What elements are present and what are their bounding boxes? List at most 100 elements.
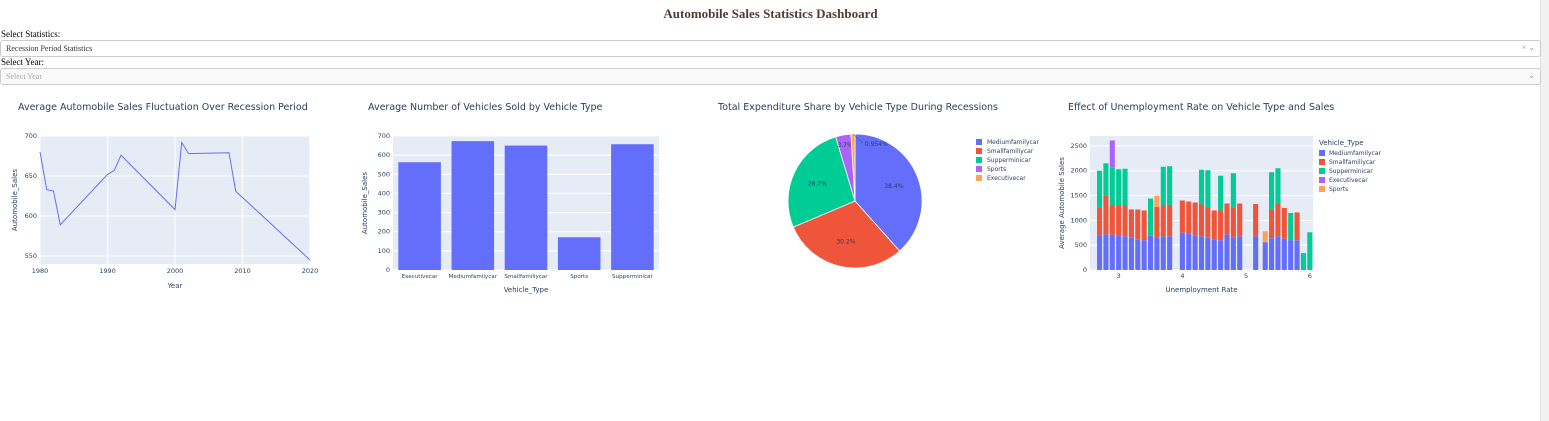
bar-segment [1294, 240, 1300, 270]
bar-segment [1198, 236, 1205, 270]
bar-segment [1122, 168, 1128, 206]
x-axis-title: Vehicle_Type [504, 286, 549, 294]
legend-swatch[interactable] [976, 139, 982, 145]
year-label: Select Year: [1, 57, 44, 67]
statistics-label: Select Statistics: [1, 29, 61, 39]
bar-segment [1269, 172, 1275, 210]
bar-segment [1230, 173, 1236, 208]
x-tick-label: 5 [1244, 272, 1248, 280]
legend-item[interactable]: Sports [987, 166, 1006, 173]
y-tick-label: 1500 [1070, 192, 1087, 200]
slice-label: 38.4% [884, 183, 903, 190]
bar-segment [1275, 236, 1281, 270]
legend-item[interactable]: Sports [1329, 186, 1348, 193]
chevron-down-icon[interactable]: ⌄ [1528, 43, 1535, 52]
legend-item[interactable]: Executivecar [987, 175, 1026, 182]
x-tick-label: Supperminicar [612, 274, 653, 280]
legend-swatch[interactable] [1319, 150, 1325, 156]
bar-segment [1186, 233, 1192, 270]
legend-item[interactable]: Supperminicar [1329, 168, 1373, 175]
x-tick-label: 6 [1308, 272, 1312, 280]
bar-segment [1128, 209, 1134, 238]
bar-segment [1128, 237, 1134, 270]
statistics-dropdown[interactable]: Recession Period Statistics × ⌄ [0, 40, 1541, 57]
bar-segment [1253, 236, 1259, 270]
chart-title: Total Expenditure Share by Vehicle Type … [717, 102, 998, 113]
bar-segment [1211, 239, 1217, 270]
legend-swatch[interactable] [1319, 177, 1325, 183]
legend-swatch[interactable] [1319, 159, 1325, 165]
bar-segment [1205, 170, 1211, 208]
bar-segment [1253, 203, 1259, 237]
bar-segment [1103, 163, 1109, 196]
expenditure-pie-graph: Total Expenditure Share by Vehicle Type … [700, 94, 1050, 310]
bar-segment [1275, 203, 1281, 237]
bar-segment [1154, 237, 1160, 270]
legend-swatch[interactable] [976, 148, 982, 154]
legend-swatch[interactable] [1319, 186, 1325, 192]
unemployment-bar-chart: Effect of Unemployment Rate on Vehicle T… [1058, 102, 1381, 294]
legend-item[interactable]: Supperminicar [987, 157, 1031, 164]
bar-segment [1141, 210, 1147, 241]
chevron-down-icon[interactable]: ⌄ [1528, 71, 1535, 80]
x-tick-label: 1980 [32, 267, 49, 275]
legend-item[interactable]: Executivecar [1329, 177, 1368, 184]
vehicle-type-bar-chart: Average Number of Vehicles Sold by Vehic… [361, 102, 659, 294]
bar-segment [1147, 235, 1154, 270]
bar-segment [1154, 206, 1160, 238]
bar [398, 162, 441, 270]
bar-segment [1262, 231, 1268, 243]
legend-swatch[interactable] [976, 166, 982, 172]
bar-segment [1167, 236, 1173, 270]
bar-segment [1205, 237, 1211, 270]
bar-segment [1147, 198, 1154, 236]
legend-item[interactable]: Smallfamiliycar [987, 148, 1034, 155]
expenditure-pie-chart: Total Expenditure Share by Vehicle Type … [717, 102, 1039, 269]
legend-item[interactable]: Mediumfamilycar [1329, 150, 1381, 157]
bar-segment [1160, 205, 1166, 237]
bar-segment [1281, 238, 1287, 270]
bar-segment [1192, 235, 1198, 270]
bar-segment [1109, 167, 1115, 205]
x-tick-label: 3 [1117, 272, 1121, 280]
chart-title: Effect of Unemployment Rate on Vehicle T… [1068, 102, 1334, 113]
bar-segment [1262, 242, 1268, 270]
bar-segment [1097, 170, 1103, 208]
bar-segment [1116, 204, 1122, 236]
bar-segment [1103, 234, 1109, 270]
bar-segment [1103, 195, 1109, 235]
bar-segment [1294, 212, 1300, 241]
bar-segment [1237, 236, 1243, 270]
bar-segment [1269, 209, 1275, 239]
x-tick-label: 2010 [234, 267, 251, 275]
year-dropdown[interactable]: Select Year ⌄ [0, 68, 1541, 85]
y-tick-label: 2000 [1070, 167, 1087, 175]
legend-swatch[interactable] [1319, 168, 1325, 174]
page-title: Automobile Sales Statistics Dashboard [663, 6, 878, 21]
bar-segment [1275, 168, 1281, 204]
vehicle-type-bar-graph: Average Number of Vehicles Sold by Vehic… [350, 94, 700, 310]
y-tick-label: 650 [25, 172, 37, 180]
bar-segment [1135, 209, 1141, 240]
clear-icon[interactable]: × [1522, 43, 1527, 52]
page-scrollbar[interactable] [1540, 0, 1549, 421]
legend-swatch[interactable] [976, 157, 982, 163]
bar-segment [1116, 169, 1122, 205]
y-tick-label: 500 [1075, 241, 1087, 249]
bar-segment [1154, 195, 1160, 207]
y-tick-label: 600 [25, 212, 37, 220]
legend-swatch[interactable] [976, 175, 982, 181]
bar-segment [1160, 166, 1166, 206]
legend-item[interactable]: Smallfamiliycar [1329, 159, 1376, 166]
y-tick-label: 0 [386, 266, 390, 274]
year-dropdown-placeholder: Select Year [6, 72, 42, 81]
slice-label: 3.7% [837, 142, 853, 149]
line-chart: Average Automobile Sales Fluctuation Ove… [11, 102, 318, 290]
bar-segment [1122, 205, 1128, 237]
statistics-dropdown-value: Recession Period Statistics [6, 44, 93, 53]
bar [611, 144, 654, 270]
bar-segment [1288, 240, 1294, 270]
bar-segment [1116, 235, 1122, 270]
legend-item[interactable]: Mediumfamilycar [987, 139, 1039, 146]
bar-segment [1288, 212, 1294, 241]
